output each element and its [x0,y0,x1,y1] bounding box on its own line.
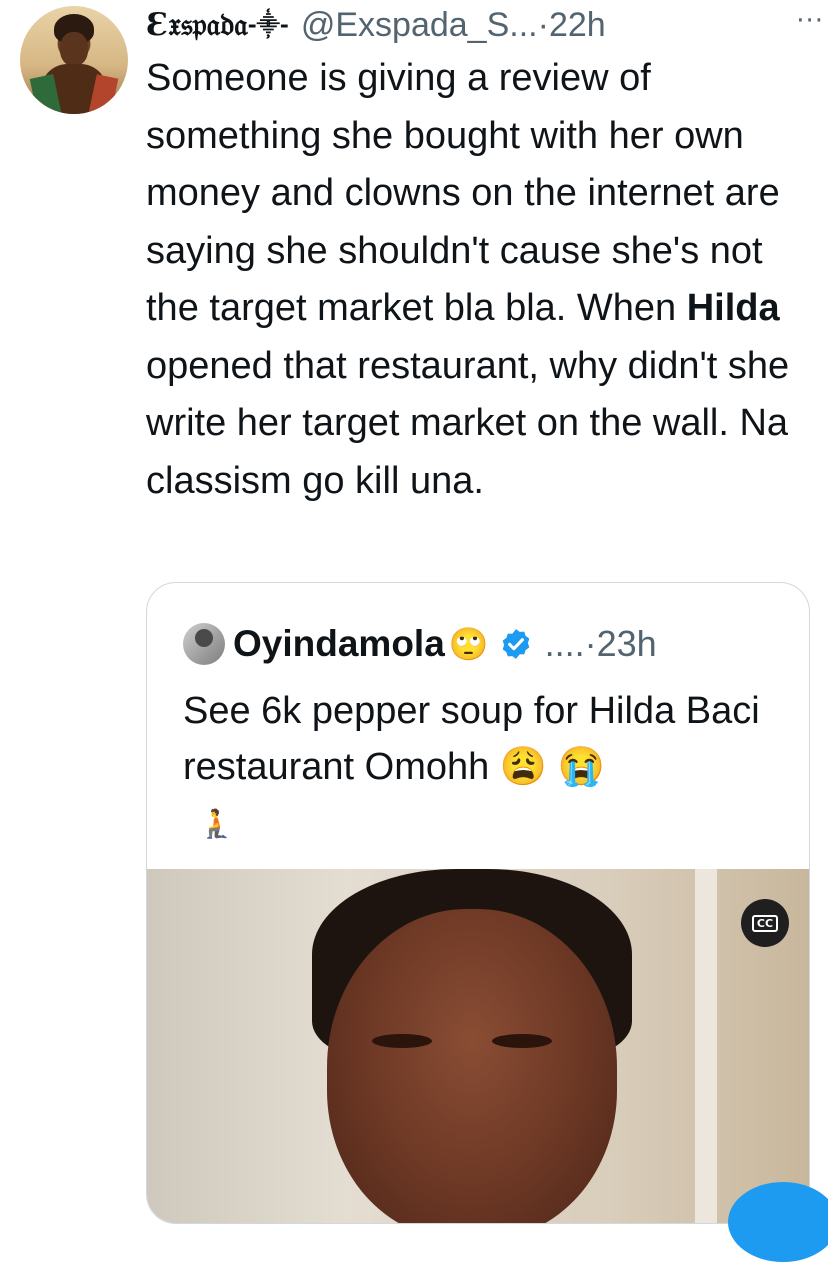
author-name[interactable]: Ɛ𝔵𝔰𝔭𝔞𝔡𝔞 [146,2,248,48]
quoted-truncation: .... [544,623,585,664]
quoted-tweet-time[interactable]: 23h [597,623,657,665]
video-person-face [327,909,617,1223]
author-handle[interactable]: @Exspada_S... [301,2,538,48]
quoted-time-separator: · [584,623,597,664]
author-name-symbol: -⸎- [247,12,289,38]
video-person-eye-right [492,1034,552,1048]
verified-badge-icon [502,629,529,659]
cc-icon: CC [751,914,779,932]
quoted-tweet-text: See 6k pepper soup for Hilda Baci restau… [183,690,760,788]
author-avatar[interactable] [20,6,128,114]
tweet-header: Ɛ𝔵𝔰𝔭𝔞𝔡𝔞 -⸎- @Exspada_S... · 22h [146,2,821,48]
compose-fab-button[interactable] [728,1182,828,1262]
tweet-time[interactable]: 22h [549,2,606,48]
quoted-author-name[interactable]: Oyindamola [233,623,445,665]
tweet-text: Someone is giving a review of something … [146,50,822,510]
quoted-tweet-card[interactable]: Oyindamola 🙄 .... · 23h See 6k pepper so… [146,582,810,1224]
tweet-text-part2: opened that restaurant, why didn't she w… [146,344,790,502]
more-options-icon[interactable]: ··· [796,6,824,36]
quoted-author-avatar[interactable] [183,623,225,665]
kneeling-person-emoji: 🧎 [199,807,234,840]
time-separator: · [537,6,549,44]
tweet-text-part1: Someone is giving a review of something … [146,57,780,329]
avatar-face [60,32,88,66]
quoted-name-emoji: 🙄 [448,625,489,663]
closed-captions-button[interactable]: CC [741,899,789,947]
video-background [695,869,717,1223]
tweet-text-mention: Hilda [686,287,780,329]
video-person-eye-left [372,1034,432,1048]
quoted-tweet-header: Oyindamola 🙄 .... · 23h [183,621,657,667]
quoted-video[interactable]: CC [147,869,809,1223]
